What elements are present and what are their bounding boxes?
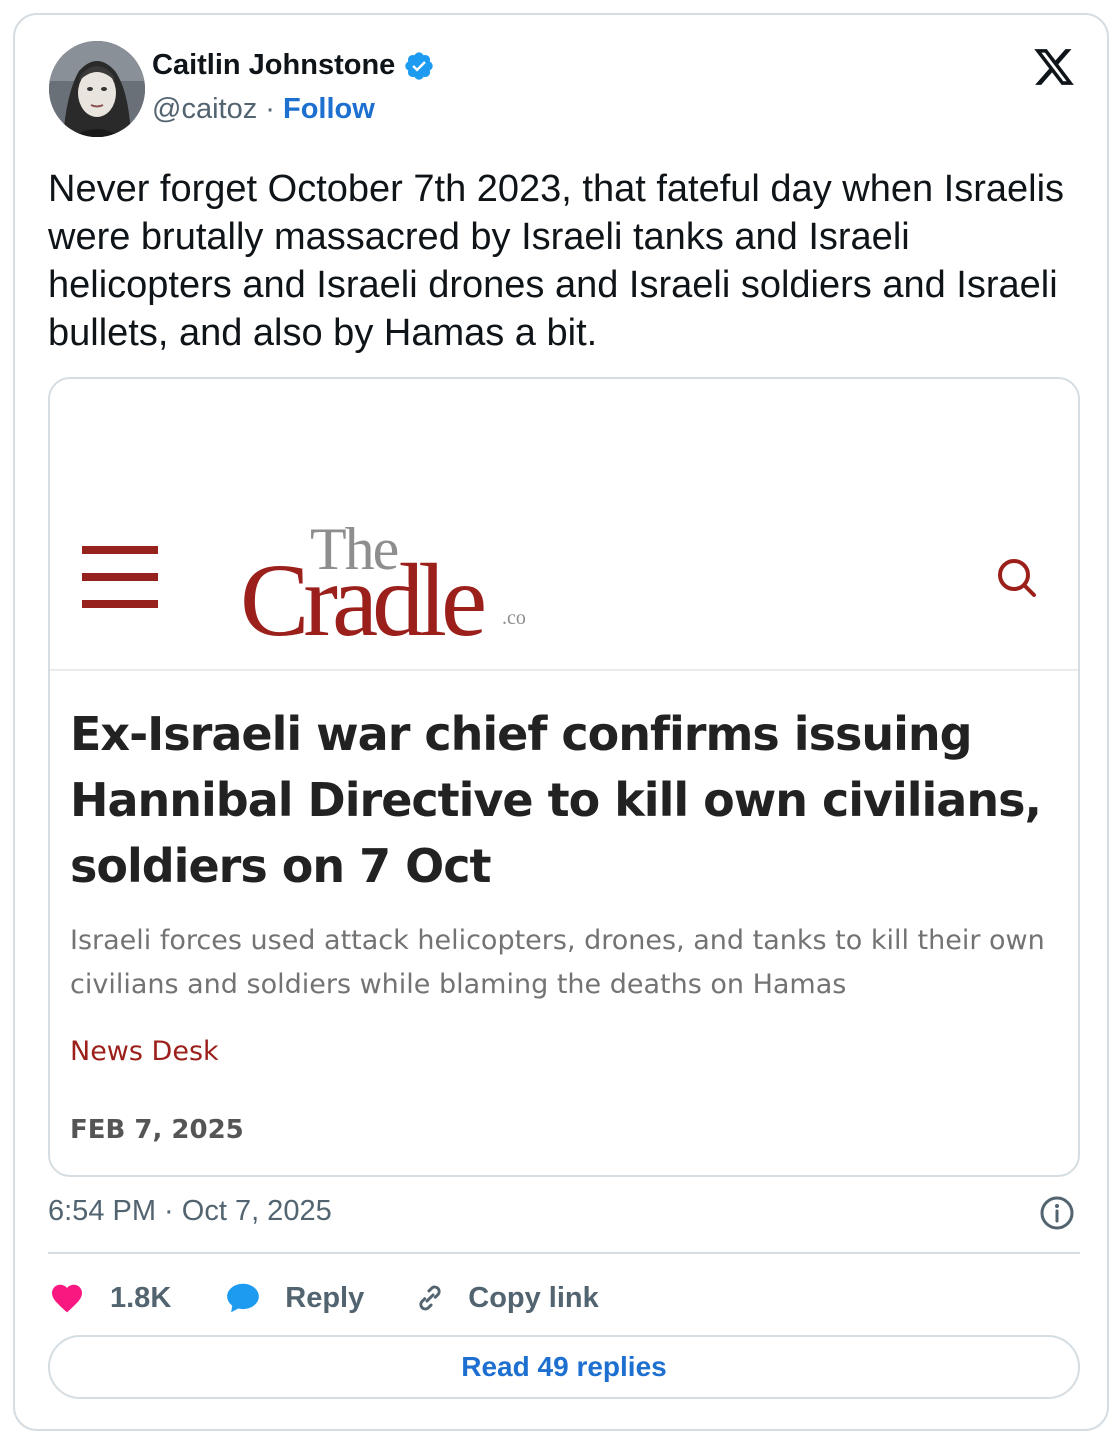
copy-link-button[interactable]: Copy link xyxy=(412,1280,599,1316)
follow-button[interactable]: Follow xyxy=(283,93,375,125)
avatar[interactable] xyxy=(49,41,145,137)
article-headline: Ex-Israeli war chief confirms issuing Ha… xyxy=(70,707,1042,893)
x-logo-icon[interactable] xyxy=(1031,45,1077,89)
verified-badge-icon xyxy=(405,51,433,80)
actions-divider xyxy=(48,1252,1080,1254)
article-date: FEB 7, 2025 xyxy=(70,1115,244,1145)
tweet-timestamp[interactable]: 6:54 PM · Oct 7, 2025 xyxy=(48,1195,332,1228)
link-icon xyxy=(419,1285,441,1311)
author-name-text: Caitlin Johnstone xyxy=(152,49,396,81)
embed-divider xyxy=(50,669,1078,671)
reply-button[interactable]: Reply xyxy=(223,1279,364,1317)
hamburger-menu-icon xyxy=(82,546,158,608)
author-handle[interactable]: @caitoz xyxy=(152,93,257,125)
article-byline: News Desk xyxy=(70,1036,219,1067)
reply-bubble-icon xyxy=(227,1283,260,1313)
copy-link-label: Copy link xyxy=(468,1281,599,1314)
like-count: 1.8K xyxy=(110,1281,172,1314)
link-preview-card[interactable]: The Cradle .co Ex-Israeli war chief conf… xyxy=(48,377,1080,1177)
site-logo-co: .co xyxy=(502,607,526,629)
search-icon xyxy=(998,559,1036,597)
site-logo-cradle: Cradle xyxy=(240,543,487,658)
author-name[interactable]: Caitlin Johnstone xyxy=(152,49,435,82)
like-button[interactable]: 1.8K xyxy=(48,1280,171,1316)
separator: · xyxy=(265,93,275,125)
action-bar: 1.8K Reply Copy link xyxy=(48,1278,599,1318)
tweet-card: Caitlin Johnstone @caitoz · Follow Never… xyxy=(13,13,1109,1431)
reply-label: Reply xyxy=(285,1281,365,1314)
heart-icon xyxy=(52,1284,82,1313)
handle-row: @caitoz · Follow xyxy=(152,93,375,126)
read-replies-label: Read 49 replies xyxy=(461,1351,667,1382)
article-subtitle: Israeli forces used attack helicopters, … xyxy=(70,925,1045,1000)
info-icon[interactable] xyxy=(1039,1195,1075,1231)
tweet-text: Never forget October 7th 2023, that fate… xyxy=(48,168,1065,354)
read-replies-button[interactable]: Read 49 replies xyxy=(48,1335,1080,1399)
